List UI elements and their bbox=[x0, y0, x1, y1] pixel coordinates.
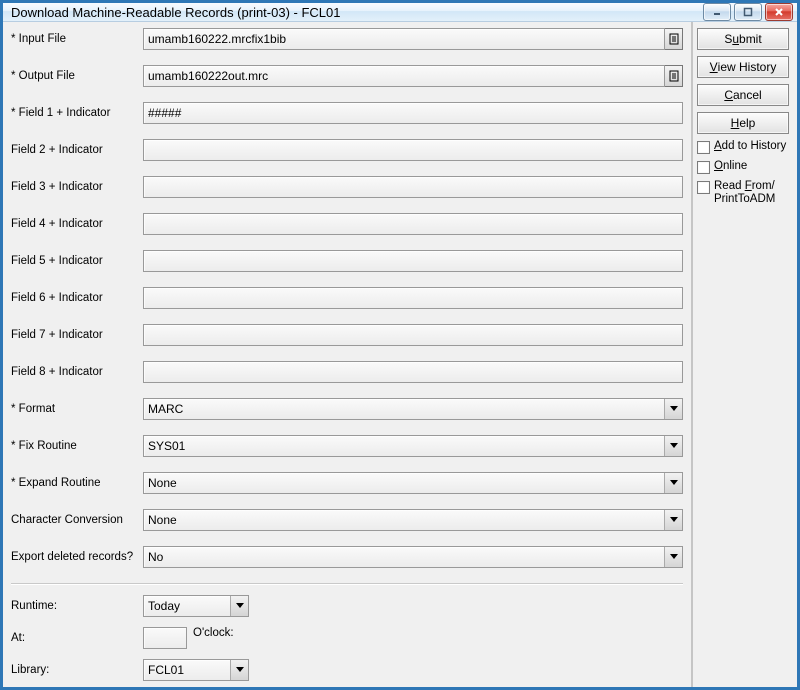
online-checkbox[interactable] bbox=[697, 161, 710, 174]
export-deleted-value: No bbox=[148, 550, 163, 564]
submit-button[interactable]: Submit bbox=[697, 28, 789, 50]
label-field7: Field 7 + Indicator bbox=[11, 329, 143, 342]
chevron-down-icon bbox=[664, 510, 682, 530]
format-select[interactable]: MARC bbox=[143, 398, 683, 420]
fix-routine-value: SYS01 bbox=[148, 439, 185, 453]
field2-input[interactable] bbox=[143, 139, 683, 161]
view-history-button[interactable]: View History bbox=[697, 56, 789, 78]
client-area: * Input File * Output File * Field bbox=[3, 22, 797, 690]
at-input[interactable] bbox=[143, 627, 187, 649]
online-label: Online bbox=[714, 160, 747, 173]
library-value: FCL01 bbox=[148, 663, 184, 677]
field8-input[interactable] bbox=[143, 361, 683, 383]
chevron-down-icon bbox=[664, 399, 682, 419]
chevron-down-icon bbox=[664, 473, 682, 493]
field5-input[interactable] bbox=[143, 250, 683, 272]
label-field3: Field 3 + Indicator bbox=[11, 181, 143, 194]
label-format: * Format bbox=[11, 403, 143, 416]
runtime-value: Today bbox=[148, 599, 180, 613]
label-runtime: Runtime: bbox=[11, 600, 143, 613]
maximize-icon bbox=[743, 7, 753, 17]
expand-routine-value: None bbox=[148, 476, 177, 490]
format-value: MARC bbox=[148, 402, 183, 416]
read-from-checkbox[interactable] bbox=[697, 181, 710, 194]
minimize-button[interactable] bbox=[703, 3, 731, 21]
chevron-down-icon bbox=[230, 596, 248, 616]
char-conversion-value: None bbox=[148, 513, 177, 527]
read-from-label: Read From/ PrintToADM bbox=[714, 180, 789, 206]
label-field4: Field 4 + Indicator bbox=[11, 218, 143, 231]
label-at: At: bbox=[11, 632, 143, 645]
window-title: Download Machine-Readable Records (print… bbox=[11, 5, 703, 20]
label-field8: Field 8 + Indicator bbox=[11, 366, 143, 379]
close-icon bbox=[774, 7, 784, 17]
close-button[interactable] bbox=[765, 3, 793, 21]
field7-input[interactable] bbox=[143, 324, 683, 346]
chevron-down-icon bbox=[664, 547, 682, 567]
field1-input[interactable] bbox=[143, 102, 683, 124]
add-to-history-checkbox-row: Add to History bbox=[697, 140, 789, 154]
field3-input[interactable] bbox=[143, 176, 683, 198]
divider bbox=[11, 583, 683, 585]
char-conversion-select[interactable]: None bbox=[143, 509, 683, 531]
input-file-browse-button[interactable] bbox=[665, 28, 683, 50]
output-file-browse-button[interactable] bbox=[665, 65, 683, 87]
input-file-field[interactable] bbox=[143, 28, 665, 50]
field4-input[interactable] bbox=[143, 213, 683, 235]
cancel-button[interactable]: Cancel bbox=[697, 84, 789, 106]
export-deleted-select[interactable]: No bbox=[143, 546, 683, 568]
label-expand-routine: * Expand Routine bbox=[11, 477, 143, 490]
online-checkbox-row: Online bbox=[697, 160, 789, 174]
chevron-down-icon bbox=[230, 660, 248, 680]
field6-input[interactable] bbox=[143, 287, 683, 309]
list-icon bbox=[669, 70, 679, 82]
label-field6: Field 6 + Indicator bbox=[11, 292, 143, 305]
form-area: * Input File * Output File * Field bbox=[3, 22, 691, 690]
list-icon bbox=[669, 33, 679, 45]
chevron-down-icon bbox=[664, 436, 682, 456]
label-fix-routine: * Fix Routine bbox=[11, 440, 143, 453]
label-field2: Field 2 + Indicator bbox=[11, 144, 143, 157]
label-char-conversion: Character Conversion bbox=[11, 514, 143, 527]
side-panel: Submit View History Cancel Help Add to H… bbox=[691, 22, 797, 690]
label-field1: * Field 1 + Indicator bbox=[11, 107, 143, 120]
help-button[interactable]: Help bbox=[697, 112, 789, 134]
maximize-button[interactable] bbox=[734, 3, 762, 21]
label-output-file: * Output File bbox=[11, 70, 143, 83]
output-file-field[interactable] bbox=[143, 65, 665, 87]
read-from-checkbox-row: Read From/ PrintToADM bbox=[697, 180, 789, 206]
dialog-window: Download Machine-Readable Records (print… bbox=[0, 0, 800, 690]
runtime-select[interactable]: Today bbox=[143, 595, 249, 617]
label-library: Library: bbox=[11, 664, 143, 677]
add-to-history-label: Add to History bbox=[714, 140, 786, 153]
label-export-deleted: Export deleted records? bbox=[11, 551, 143, 564]
label-input-file: * Input File bbox=[11, 33, 143, 46]
expand-routine-select[interactable]: None bbox=[143, 472, 683, 494]
label-field5: Field 5 + Indicator bbox=[11, 255, 143, 268]
minimize-icon bbox=[712, 7, 722, 17]
fix-routine-select[interactable]: SYS01 bbox=[143, 435, 683, 457]
add-to-history-checkbox[interactable] bbox=[697, 141, 710, 154]
label-oclock: O'clock: bbox=[193, 627, 234, 649]
window-buttons bbox=[703, 3, 793, 21]
library-select[interactable]: FCL01 bbox=[143, 659, 249, 681]
titlebar: Download Machine-Readable Records (print… bbox=[3, 3, 797, 22]
